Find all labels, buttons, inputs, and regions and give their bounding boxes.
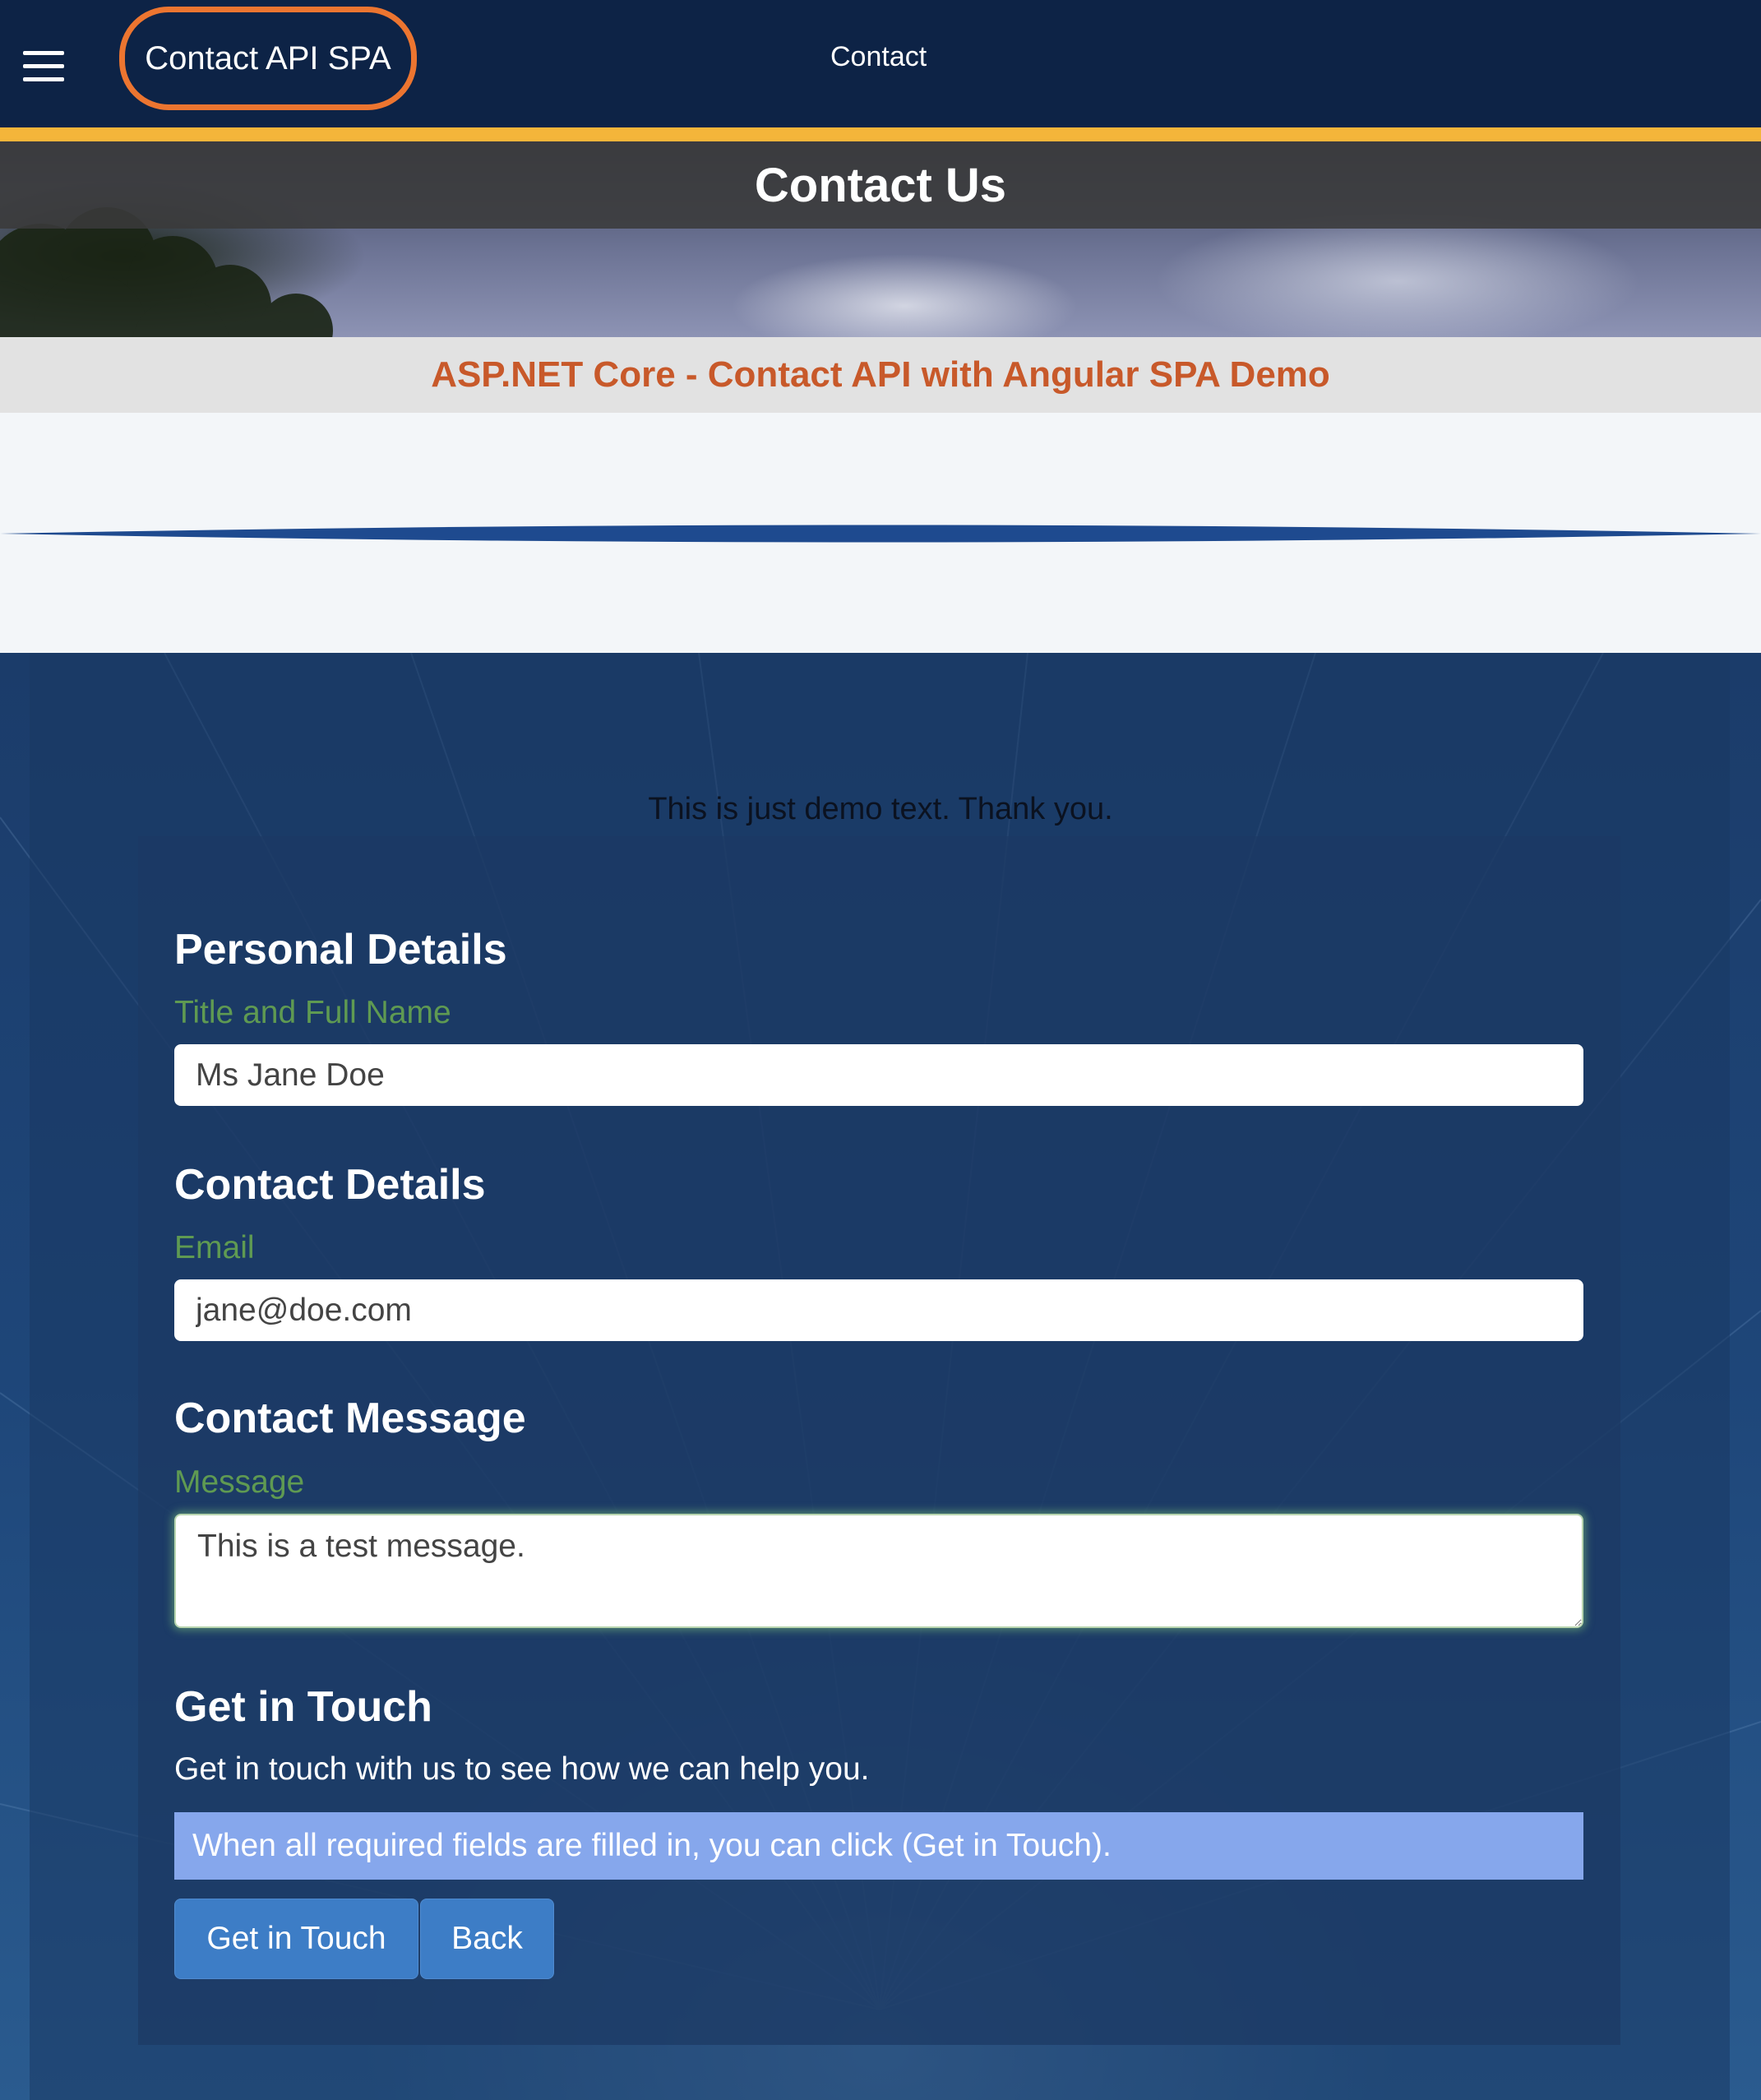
hero-title-band: Contact Us [0, 141, 1761, 229]
light-band [0, 413, 1761, 653]
contact-details-heading: Contact Details [174, 1161, 486, 1209]
get-in-touch-text: Get in touch with us to see how we can h… [174, 1751, 870, 1787]
get-in-touch-button[interactable]: Get in Touch [174, 1899, 418, 1979]
personal-details-heading: Personal Details [174, 926, 507, 974]
accent-bar [0, 127, 1761, 141]
back-button[interactable]: Back [420, 1899, 554, 1979]
top-navbar: Contact API SPA Contact [0, 0, 1761, 127]
email-label: Email [174, 1230, 255, 1265]
full-name-label: Title and Full Name [174, 995, 451, 1030]
message-textarea[interactable]: This is a test message. [174, 1514, 1583, 1628]
message-label: Message [174, 1464, 305, 1500]
info-alert: When all required fields are filled in, … [174, 1812, 1583, 1880]
get-in-touch-heading: Get in Touch [174, 1683, 432, 1731]
full-name-input[interactable] [174, 1044, 1583, 1106]
brand-link[interactable]: Contact API SPA [119, 7, 417, 110]
page-subtitle: ASP.NET Core - Contact API with Angular … [431, 354, 1330, 395]
horizontal-divider [0, 525, 1761, 543]
email-input[interactable] [174, 1279, 1583, 1341]
nav-link-contact[interactable]: Contact [830, 41, 927, 73]
page-title: Contact Us [754, 158, 1007, 212]
contact-message-heading: Contact Message [174, 1395, 526, 1442]
hero-banner: Contact Us [0, 141, 1761, 337]
demo-text: This is just demo text. Thank you. [648, 792, 1113, 826]
subtitle-strip: ASP.NET Core - Contact API with Angular … [0, 337, 1761, 413]
hamburger-menu-icon[interactable] [23, 51, 64, 82]
